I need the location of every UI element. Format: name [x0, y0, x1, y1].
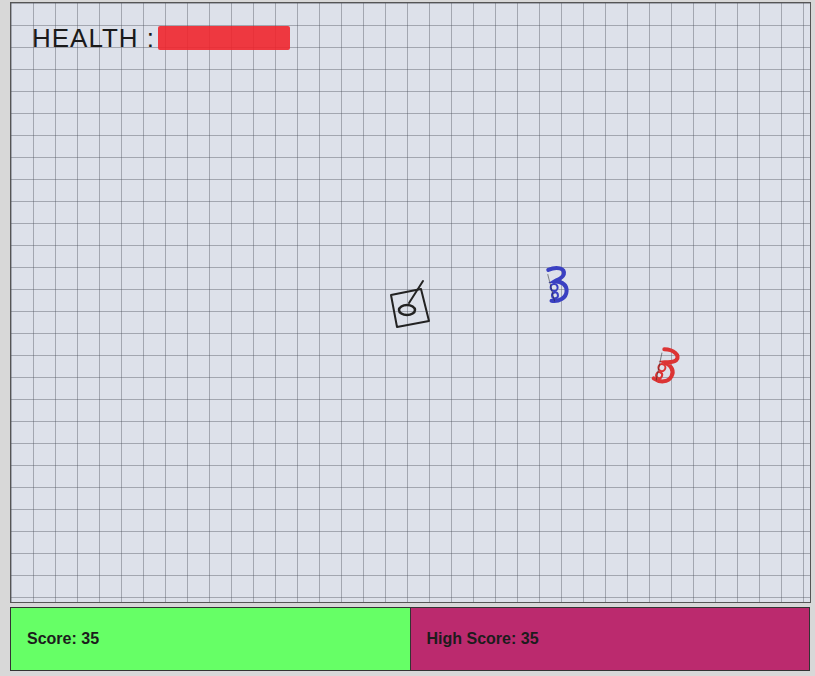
health-bar	[158, 26, 290, 50]
scoreboard: Score: 35High Score: 35	[10, 607, 810, 671]
player-icon	[383, 277, 437, 335]
game-canvas[interactable]: HEALTH :	[10, 2, 811, 603]
score-panel: Score: 35	[11, 608, 411, 670]
health-hud: HEALTH :	[31, 21, 290, 55]
score-panel: High Score: 35	[411, 608, 810, 670]
game-page: HEALTH : Score: 35High Score: 35	[0, 0, 815, 676]
health-label: HEALTH :	[31, 21, 156, 55]
health-fill	[158, 26, 290, 50]
enemy-icon	[647, 344, 686, 392]
enemy-icon	[543, 264, 573, 308]
